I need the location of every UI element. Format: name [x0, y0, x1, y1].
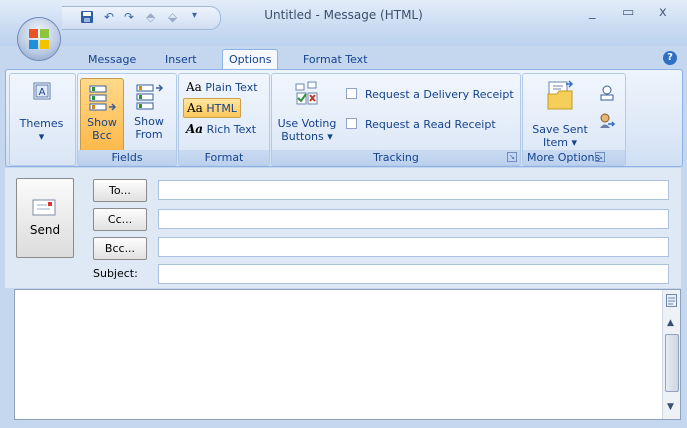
use-voting-buttons-button[interactable]: Use Voting Buttons ▾ — [274, 78, 340, 143]
voting-buttons-icon — [295, 81, 318, 105]
read-receipt-box[interactable] — [346, 118, 357, 129]
fields-group-label: Fields — [78, 150, 176, 165]
close-button[interactable]: x — [659, 5, 667, 20]
office-button[interactable] — [18, 18, 60, 60]
send-label: Send — [29, 223, 61, 237]
save-sent-item-button[interactable]: Save Sent Item ▾ — [525, 78, 595, 149]
show-bcc-label-1: Show — [87, 116, 117, 129]
to-field[interactable] — [158, 180, 669, 200]
themes-icon: A — [33, 82, 50, 100]
delay-delivery-icon[interactable] — [598, 84, 616, 105]
themes-group: A Themes ▾ — [9, 73, 76, 166]
cc-field[interactable] — [158, 209, 669, 229]
plain-text-option[interactable]: Aa Plain Text — [186, 78, 258, 96]
window-title: Untitled - Message (HTML) — [264, 8, 423, 22]
scroll-down-icon[interactable]: ▼ — [667, 402, 674, 412]
tab-options[interactable]: Options — [222, 49, 279, 70]
show-bcc-button[interactable]: Show Bcc — [80, 78, 124, 152]
more-options-group-label: More Options — [523, 150, 625, 165]
tab-format-text[interactable]: Format Text — [303, 50, 368, 70]
html-option[interactable]: Aa HTML — [183, 98, 241, 118]
send-button[interactable]: Send — [16, 178, 74, 258]
tab-insert[interactable]: Insert — [165, 50, 197, 70]
delivery-receipt-checkbox[interactable]: Request a Delivery Receipt — [346, 88, 514, 101]
bcc-field[interactable] — [158, 237, 669, 257]
themes-label: Themes — [19, 117, 64, 130]
format-group-label: Format — [179, 150, 269, 165]
read-receipt-label: Request a Read Receipt — [365, 118, 496, 131]
html-label: HTML — [206, 102, 237, 115]
ribbon-tabs: Message Insert Options Format Text ? — [0, 46, 687, 70]
to-button[interactable]: To... — [93, 179, 147, 202]
subject-label: Subject: — [93, 267, 138, 280]
use-voting-label-2: Buttons ▾ — [281, 130, 333, 143]
tracking-group-label: Tracking — [272, 150, 520, 165]
plain-text-icon: Aa — [186, 80, 202, 94]
tab-message[interactable]: Message — [88, 50, 136, 70]
show-from-label-2: From — [135, 128, 163, 141]
show-bcc-label-2: Bcc — [92, 129, 112, 142]
more-options-group: Save Sent Item ▾ More Options ↘ — [522, 73, 626, 166]
read-receipt-checkbox[interactable]: Request a Read Receipt — [346, 118, 496, 131]
fields-group: Show Bcc Show From Fields — [77, 73, 177, 166]
office-logo-icon — [29, 29, 49, 49]
bcc-button[interactable]: Bcc... — [93, 237, 147, 260]
direct-replies-icon[interactable] — [598, 112, 616, 133]
title-bar: ↶ ↷ ⬘ ⬙ ▾ Untitled - Message (HTML) _ ▭ … — [0, 0, 687, 46]
themes-arrow: ▾ — [38, 130, 45, 143]
rich-text-icon: Aa — [186, 122, 204, 136]
help-icon[interactable]: ? — [663, 51, 677, 65]
scrollbar-thumb[interactable] — [665, 334, 679, 392]
send-icon — [32, 199, 56, 216]
vertical-scrollbar[interactable]: ▲ ▼ — [662, 290, 680, 419]
use-voting-label-1: Use Voting — [277, 117, 337, 130]
html-icon: Aa — [187, 101, 203, 115]
format-group: Aa Plain Text Aa HTML Aa Rich Text Forma… — [178, 73, 270, 166]
save-sent-label-1: Save Sent — [532, 123, 588, 136]
svg-text:A: A — [38, 87, 45, 98]
show-from-button[interactable]: Show From — [126, 78, 172, 141]
delivery-receipt-label: Request a Delivery Receipt — [365, 88, 514, 101]
rich-text-label: Rich Text — [206, 123, 257, 136]
ruler-toggle-icon[interactable] — [666, 294, 677, 310]
message-window: ↶ ↷ ⬘ ⬙ ▾ Untitled - Message (HTML) _ ▭ … — [0, 0, 687, 428]
minimize-button[interactable]: _ — [589, 5, 596, 20]
save-sent-item-icon — [547, 80, 574, 110]
rich-text-option[interactable]: Aa Rich Text — [186, 120, 256, 138]
cc-button[interactable]: Cc... — [93, 208, 147, 231]
plain-text-label: Plain Text — [205, 81, 258, 94]
message-body[interactable]: ▲ ▼ — [14, 289, 681, 420]
scroll-up-icon[interactable]: ▲ — [667, 318, 674, 328]
show-bcc-icon — [89, 85, 117, 111]
themes-button[interactable]: A Themes ▾ — [10, 82, 73, 143]
show-from-icon — [136, 84, 164, 110]
ribbon: A Themes ▾ Show Bcc Show From Fields Aa … — [5, 69, 683, 167]
save-sent-label-2: Item ▾ — [542, 136, 578, 149]
tracking-group: Use Voting Buttons ▾ Request a Delivery … — [271, 73, 521, 166]
delivery-receipt-box[interactable] — [346, 88, 357, 99]
maximize-button[interactable]: ▭ — [622, 5, 634, 20]
show-from-label-1: Show — [134, 115, 164, 128]
subject-field[interactable] — [158, 264, 669, 284]
more-options-dialog-launcher-icon[interactable]: ↘ — [595, 152, 605, 162]
tracking-dialog-launcher-icon[interactable]: ↘ — [507, 152, 517, 162]
